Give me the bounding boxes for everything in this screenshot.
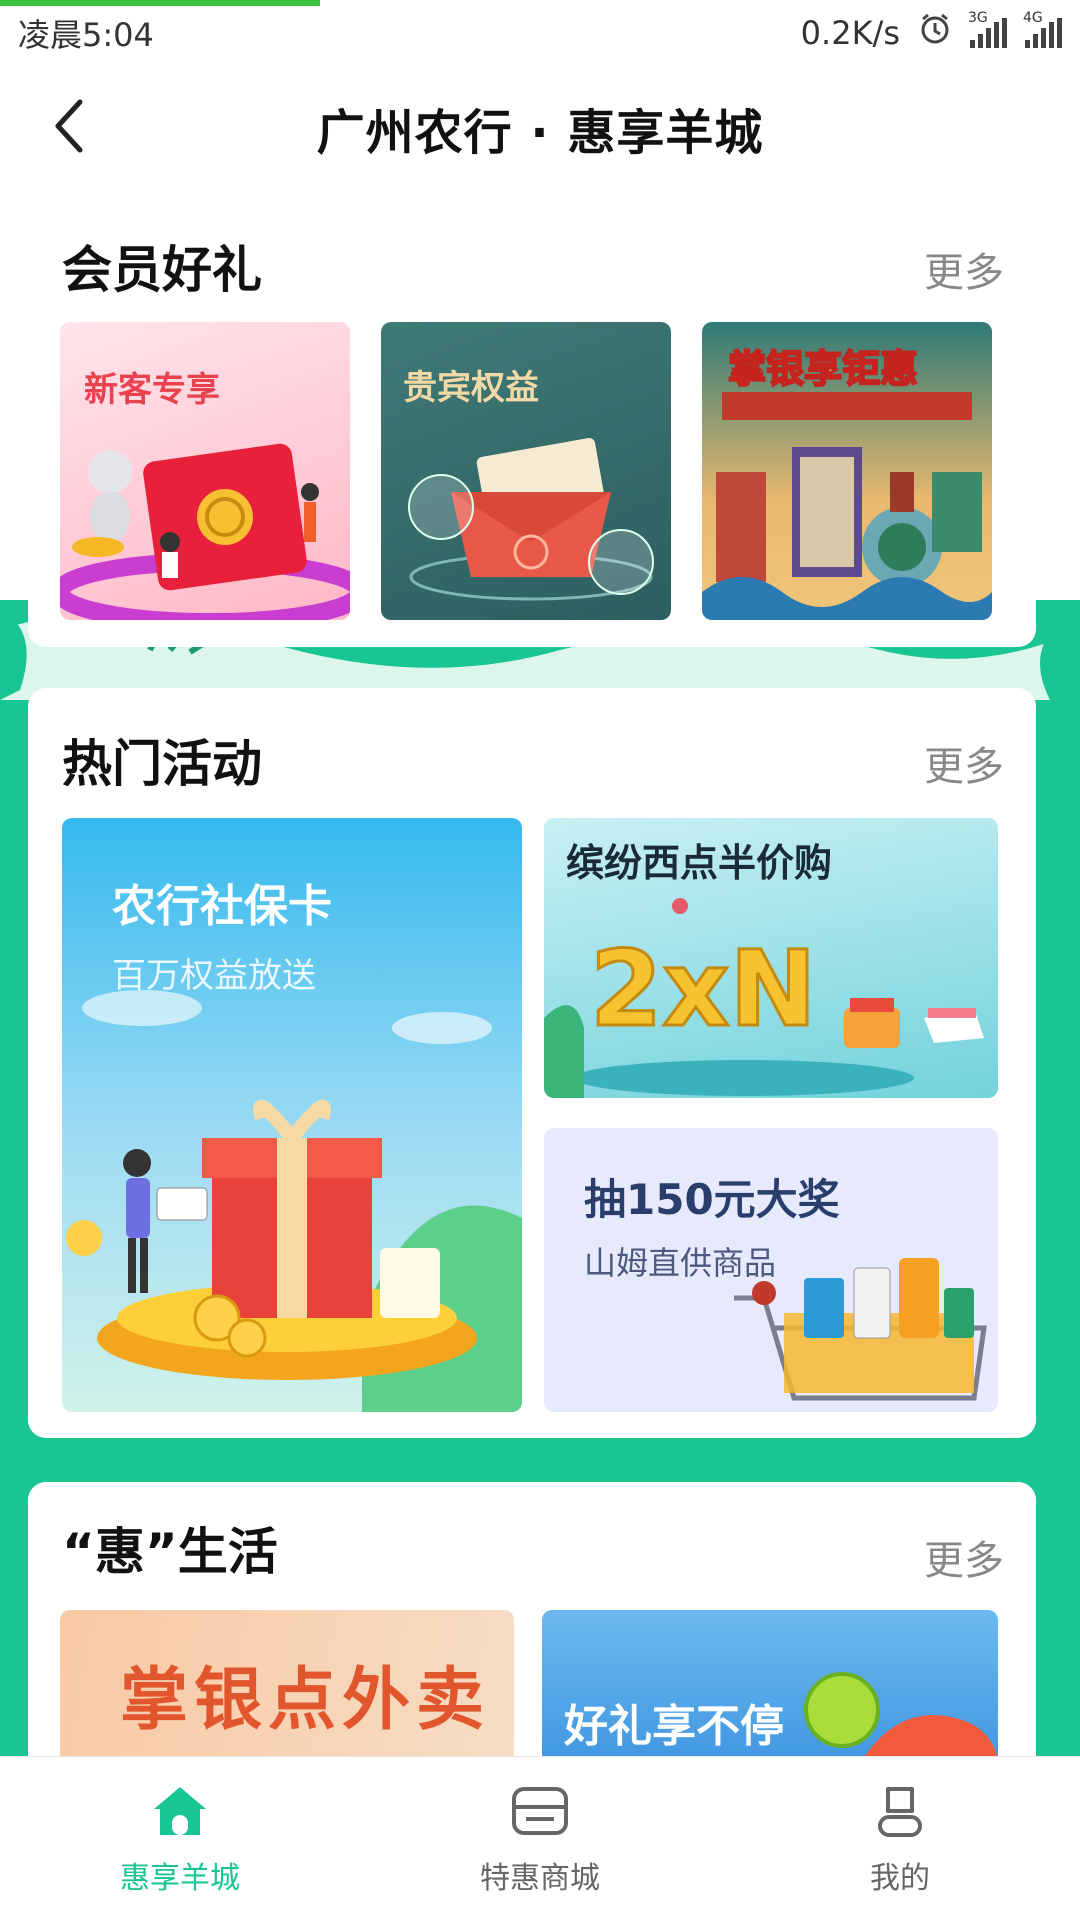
signal-4g-icon: 4G bbox=[1023, 10, 1062, 48]
nav-header: 广州农行 · 惠享羊城 bbox=[0, 66, 1080, 190]
life-more-link[interactable]: 更多 bbox=[924, 1528, 1004, 1586]
home-icon bbox=[154, 1787, 206, 1835]
dessert-illustration bbox=[544, 898, 984, 1098]
nav-tab-mine[interactable]: 我的 bbox=[720, 1757, 1080, 1920]
shopping-cart-illustration bbox=[734, 1258, 987, 1401]
dessert-half-price-tile[interactable]: 缤纷西点半价购 2xN bbox=[544, 818, 998, 1098]
sam-prize-draw-tile[interactable]: 抽150元大奖 山姆直供商品 bbox=[544, 1128, 998, 1412]
gifts-nonstop-tile[interactable]: 好礼享不停 bbox=[542, 1610, 998, 1770]
network-speed: 0.2K/s bbox=[800, 14, 900, 52]
nav-tab-home[interactable]: 惠享羊城 bbox=[0, 1757, 360, 1920]
bottom-nav: 惠享羊城 特惠商城 我的 bbox=[0, 1756, 1080, 1920]
sim2-label: 4G bbox=[1023, 10, 1043, 26]
nav-label-mine: 我的 bbox=[870, 1861, 930, 1896]
gift-box-illustration bbox=[66, 990, 522, 1412]
nav-tab-shop[interactable]: 特惠商城 bbox=[360, 1757, 720, 1920]
member-gifts-card: 会员好礼 更多 新客专享 贵宾权益 掌银享钜惠 bbox=[28, 192, 1036, 647]
alarm-icon bbox=[918, 12, 952, 54]
seafood-illustration bbox=[804, 1672, 998, 1760]
status-time: 凌晨5:04 bbox=[18, 16, 154, 54]
nav-label-shop: 特惠商城 bbox=[480, 1861, 600, 1896]
life-card: “惠”生活 更多 掌银点外卖 好礼享不停 bbox=[28, 1482, 1036, 1782]
status-bar: 凌晨5:04 0.2K/s 3G 4G bbox=[0, 0, 1080, 66]
hot-more-link[interactable]: 更多 bbox=[924, 734, 1004, 792]
section-title-hot: 热门活动 bbox=[62, 735, 262, 793]
vip-envelope-illustration bbox=[408, 438, 654, 601]
sim1-label: 3G bbox=[968, 10, 988, 26]
red-envelope-illustration bbox=[60, 443, 350, 620]
member-more-link[interactable]: 更多 bbox=[924, 240, 1004, 298]
section-title-member: 会员好礼 bbox=[62, 241, 262, 299]
shop-icon bbox=[512, 1787, 568, 1835]
product-gift-illustration bbox=[702, 392, 992, 620]
mobile-bank-deal-tile[interactable]: 掌银享钜惠 bbox=[702, 322, 992, 620]
chevron-left-icon bbox=[55, 99, 83, 153]
status-indicators: 0.2K/s 3G 4G bbox=[800, 10, 1062, 54]
section-title-life: “惠”生活 bbox=[62, 1523, 278, 1581]
vip-benefits-tile[interactable]: 贵宾权益 bbox=[381, 322, 671, 620]
page-title: 广州农行 · 惠享羊城 bbox=[316, 105, 764, 161]
social-security-card-tile[interactable]: 农行社保卡 百万权益放送 bbox=[62, 818, 522, 1412]
back-button[interactable] bbox=[40, 96, 100, 156]
user-icon bbox=[878, 1787, 922, 1837]
hot-activities-card: 热门活动 更多 农行社保卡 百万权益放送 缤纷西点半价购 2xN 抽150元大奖… bbox=[28, 688, 1036, 1438]
new-customer-tile[interactable]: 新客专享 bbox=[60, 322, 350, 620]
nav-label-home: 惠享羊城 bbox=[120, 1861, 240, 1896]
signal-3g-icon: 3G bbox=[968, 10, 1007, 48]
takeout-label: 掌银点外卖 bbox=[120, 1661, 491, 1740]
takeout-tile[interactable]: 掌银点外卖 bbox=[60, 1610, 514, 1770]
